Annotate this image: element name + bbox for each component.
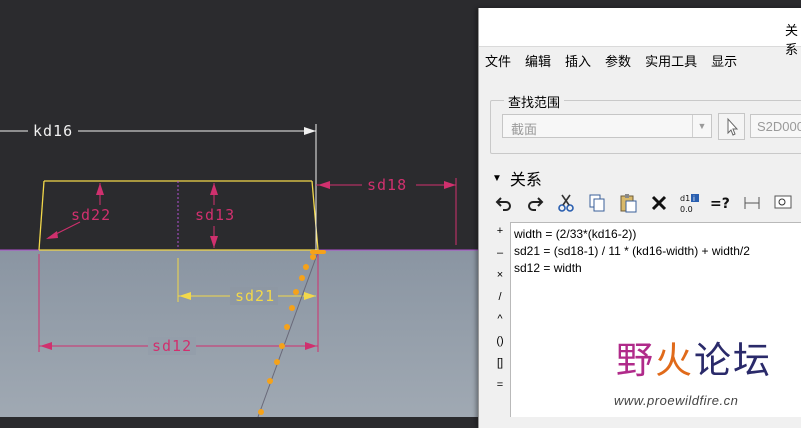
dimension-label-kd16: kd16 [33,122,73,140]
cut-icon[interactable] [554,191,578,215]
operator-brackets[interactable]: [] [492,352,508,374]
operator-divide[interactable]: / [492,286,508,308]
operator-minus[interactable]: – [492,242,508,264]
watermark-logo: 野火论坛 [616,339,772,382]
operator-equals[interactable]: = [492,374,508,396]
paste-icon[interactable] [616,191,640,215]
relation-line: sd21 = (sd18-1) / 11 * (kd16-width) + wi… [514,244,750,258]
switch-dimensions-icon[interactable]: d1 i 0.0 [678,191,702,215]
operator-plus[interactable]: + [492,220,508,242]
select-item-button[interactable] [718,113,745,140]
dimension-label-sd21: sd21 [235,287,275,305]
scope-type-select[interactable]: 截面 ▼ [502,114,712,138]
dimension-label-sd22: sd22 [71,206,111,224]
undo-icon[interactable] [492,191,516,215]
relation-line: sd12 = width [514,261,582,275]
evaluate-icon[interactable]: =? [709,191,733,215]
collapse-caret-icon: ▼ [492,172,502,184]
operator-power[interactable]: ^ [492,308,508,330]
svg-text:=?: =? [710,196,730,212]
dimension-label-sd12: sd12 [152,337,192,355]
svg-text:i: i [693,195,695,203]
pointer-icon [727,117,739,136]
svg-text:0.0: 0.0 [680,205,693,214]
dimension-label-sd13: sd13 [195,206,235,224]
measure-icon[interactable] [740,191,764,215]
scope-item-value: S2D0001 [757,119,801,134]
scope-type-value: 截面 [511,122,538,137]
chevron-down-icon: ▼ [692,115,711,137]
watermark-url: www.proewildfire.cn [614,393,739,408]
relations-toolbar: d1 i 0.0 =? [492,188,801,218]
scope-legend: 查找范围 [504,92,565,111]
relations-section-header[interactable]: ▼ 关系 [492,166,542,190]
svg-text:d1: d1 [680,194,690,203]
dimension-label-sd18: sd18 [367,176,407,194]
show-icon[interactable] [771,191,795,215]
relations-section-label: 关系 [509,172,542,189]
forum-watermark: 野火论坛 www.proewildfire.cn [612,330,801,417]
copy-icon[interactable] [585,191,609,215]
redo-icon[interactable] [523,191,547,215]
delete-icon[interactable] [647,191,671,215]
operator-column: + – × / ^ () [] = [492,220,508,396]
relation-line: width = (2/33*(kd16-2)) [514,227,637,241]
scope-item-field[interactable]: S2D0001 [750,114,801,138]
operator-multiply[interactable]: × [492,264,508,286]
operator-parentheses[interactable]: () [492,330,508,352]
